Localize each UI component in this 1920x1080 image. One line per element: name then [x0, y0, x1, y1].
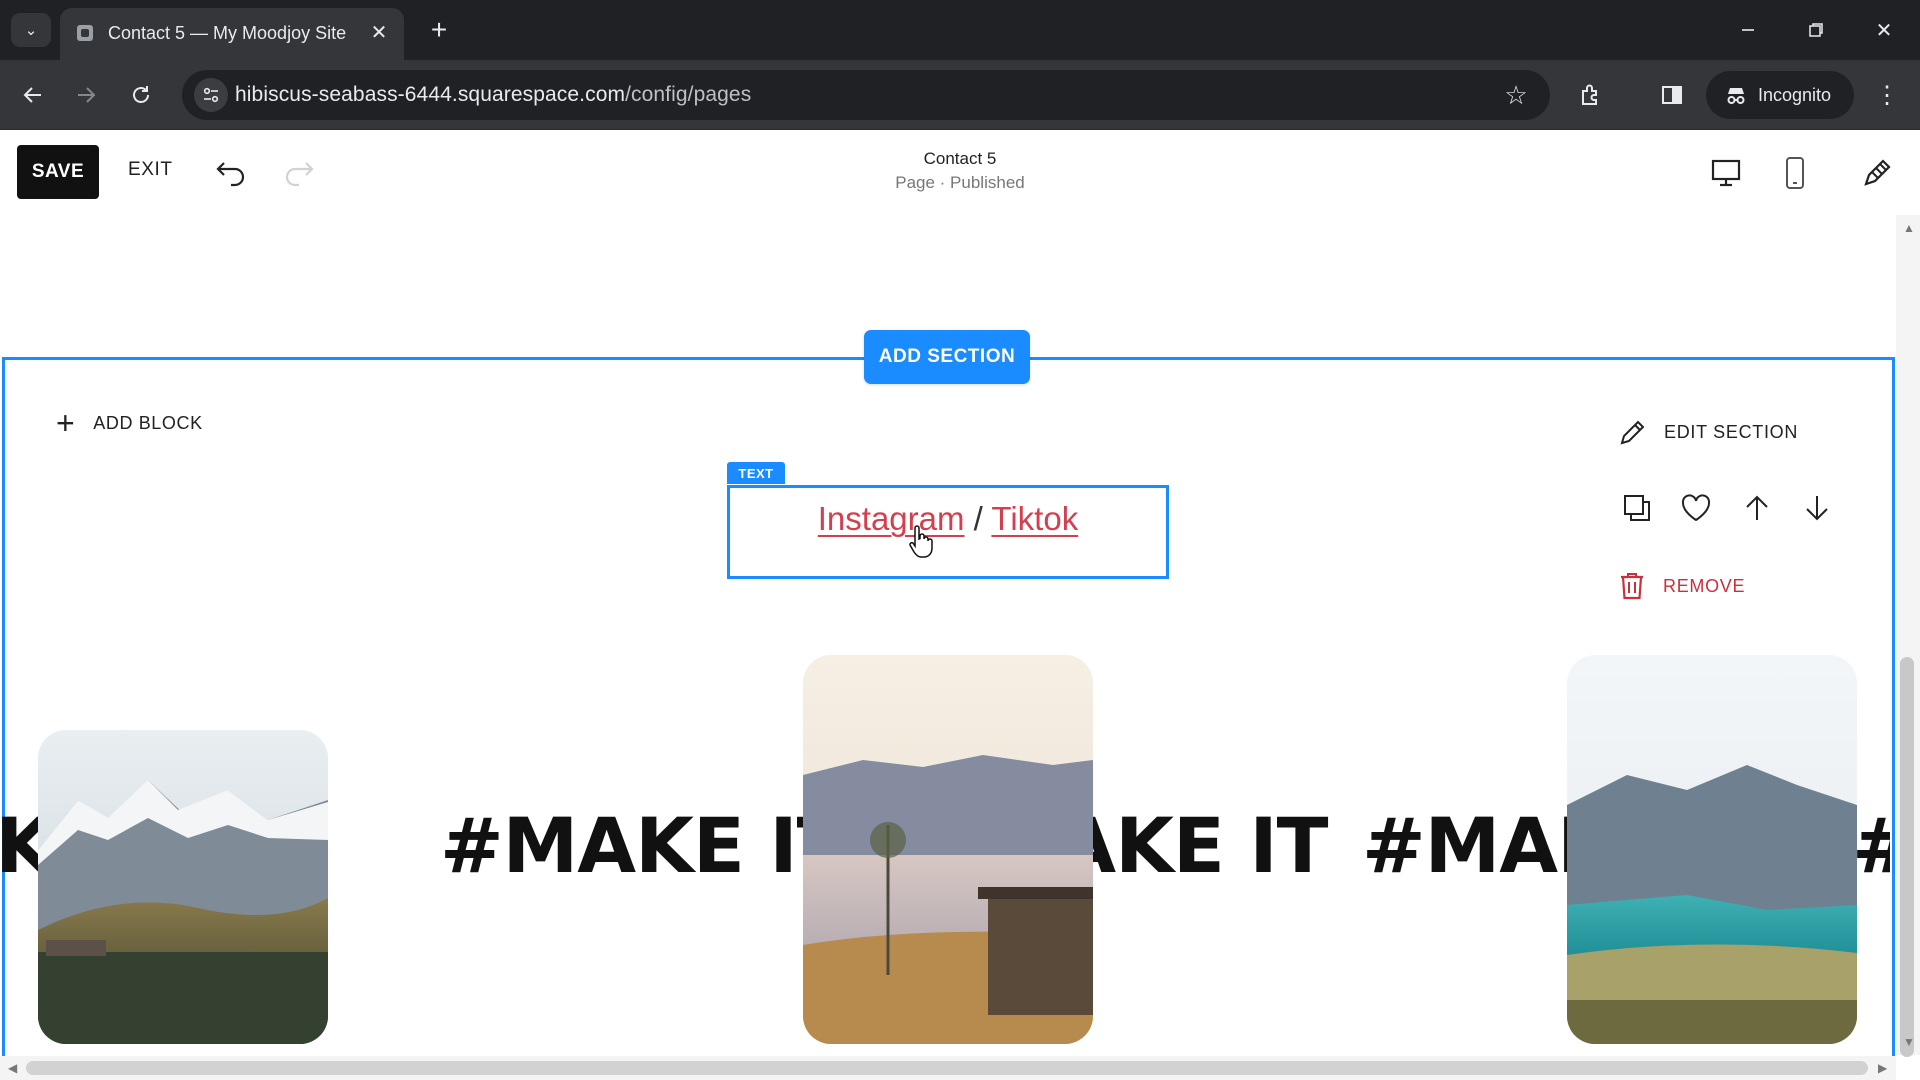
tab-search-icon[interactable]: ⌄ [11, 13, 51, 47]
scroll-right-arrow-icon[interactable]: ▶ [1878, 1061, 1887, 1075]
hand-cursor-icon [909, 525, 933, 558]
remove-section-label: REMOVE [1663, 575, 1746, 596]
text-block[interactable]: Instagram / Tiktok [727, 485, 1169, 579]
side-panel-icon[interactable] [1653, 76, 1691, 114]
url-path: /config/pages [625, 83, 752, 106]
scroll-left-arrow-icon[interactable]: ◀ [8, 1061, 17, 1075]
scroll-down-arrow-icon[interactable]: ▼ [1903, 1035, 1915, 1049]
minimize-icon[interactable] [1726, 10, 1770, 50]
editor-header: SAVE EXIT Contact 5 Page · Published [0, 131, 1920, 215]
address-bar[interactable]: hibiscus-seabass-6444.squarespace.com/co… [182, 70, 1550, 120]
browser-window: ⌄ Contact 5 — My Moodjoy Site ✕ + ✕ hibi… [0, 0, 1920, 1080]
site-settings-icon[interactable] [194, 78, 228, 112]
edit-section-label: EDIT SECTION [1664, 421, 1799, 442]
tiktok-link[interactable]: Tiktok [991, 500, 1078, 537]
horizontal-scrollbar[interactable]: ◀ ▶ [0, 1056, 1896, 1080]
text-block-tag: TEXT [727, 462, 785, 484]
save-section-heart-icon[interactable] [1677, 489, 1715, 527]
close-window-icon[interactable]: ✕ [1862, 10, 1906, 50]
vertical-scroll-thumb[interactable] [1900, 657, 1914, 1057]
incognito-icon [1727, 88, 1745, 104]
mobile-view-icon[interactable] [1775, 153, 1815, 193]
tab-bar: ⌄ Contact 5 — My Moodjoy Site ✕ + ✕ [0, 0, 1920, 60]
trash-icon [1621, 573, 1643, 600]
pencil-icon [1620, 420, 1645, 445]
social-links-text: Instagram / Tiktok [730, 500, 1166, 538]
back-icon[interactable] [14, 76, 52, 114]
exit-button[interactable]: EXIT [128, 159, 173, 181]
link-separator: / [964, 500, 992, 537]
bookmark-star-icon[interactable]: ☆ [1500, 79, 1532, 111]
page-canvas: ADD SECTION + ADD BLOCK TEXT Instagram /… [0, 215, 1920, 1080]
desktop-view-icon[interactable] [1706, 153, 1746, 193]
restore-icon[interactable] [1794, 10, 1838, 50]
turquoise-lake-photo-right[interactable] [1567, 655, 1857, 1044]
extensions-icon[interactable] [1572, 76, 1610, 114]
instagram-link[interactable]: Instagram [818, 500, 965, 537]
active-tab[interactable]: Contact 5 — My Moodjoy Site ✕ [60, 8, 404, 60]
page-title: Contact 5 [923, 149, 997, 168]
remove-section-button[interactable]: REMOVE [1619, 569, 1745, 603]
vertical-scrollbar[interactable]: ▲ ▼ [1896, 215, 1920, 1057]
undo-icon[interactable] [214, 154, 250, 190]
incognito-badge[interactable]: Incognito [1706, 71, 1854, 119]
add-block-label: ADD BLOCK [93, 412, 203, 433]
save-button[interactable]: SAVE [17, 145, 99, 199]
lake-cabin-photo-center[interactable] [803, 655, 1093, 1044]
plus-icon: + [56, 405, 76, 441]
horizontal-scroll-thumb[interactable] [26, 1061, 1868, 1075]
forward-icon[interactable] [67, 76, 105, 114]
site-styles-brush-icon[interactable] [1857, 153, 1897, 193]
marquee-text: #MAKE IT [440, 801, 849, 890]
url-host: hibiscus-seabass-6444.squarespace.com [235, 83, 626, 106]
new-tab-icon[interactable]: + [422, 13, 456, 47]
tab-title: Contact 5 — My Moodjoy Site [108, 23, 347, 43]
incognito-label: Incognito [1758, 85, 1832, 105]
browser-menu-icon[interactable]: ⋮ [1872, 76, 1902, 114]
squarespace-favicon-icon [77, 25, 93, 41]
edit-section-button[interactable]: EDIT SECTION [1618, 415, 1798, 449]
redo-icon[interactable] [280, 154, 316, 190]
reload-icon[interactable] [122, 76, 160, 114]
browser-toolbar: hibiscus-seabass-6444.squarespace.com/co… [0, 60, 1920, 130]
add-section-button[interactable]: ADD SECTION [864, 330, 1030, 384]
page-status: Page · Published [895, 173, 1025, 192]
add-block-button[interactable]: + ADD BLOCK [56, 405, 203, 441]
marquee-text: #MAKE IT [1852, 801, 1890, 890]
tab-close-icon[interactable]: ✕ [366, 19, 392, 45]
duplicate-section-icon[interactable] [1618, 489, 1656, 527]
move-section-down-icon[interactable] [1798, 489, 1836, 527]
move-section-up-icon[interactable] [1738, 489, 1776, 527]
mountain-photo-left[interactable] [38, 730, 328, 1044]
scroll-up-arrow-icon[interactable]: ▲ [1903, 221, 1915, 235]
url-text: hibiscus-seabass-6444.squarespace.com/co… [235, 83, 751, 107]
